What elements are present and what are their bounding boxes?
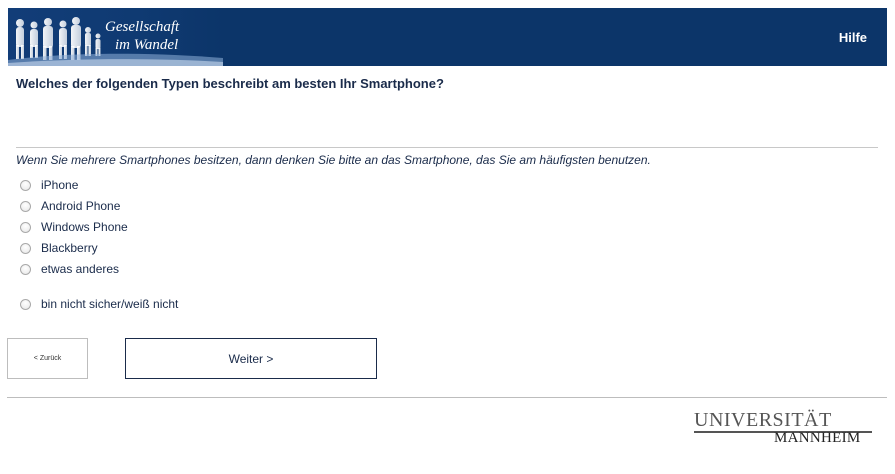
logo-text: Gesellschaft im Wandel	[105, 18, 179, 54]
option-something-else[interactable]: etwas anderes	[20, 262, 119, 276]
radio-button[interactable]	[20, 221, 31, 233]
next-button[interactable]: Weiter >	[125, 338, 377, 379]
option-label: iPhone	[41, 178, 79, 192]
option-label: etwas anderes	[41, 262, 120, 276]
option-blackberry[interactable]: Blackberry	[20, 241, 98, 255]
question-hint: Wenn Sie mehrere Smartphones besitzen, d…	[16, 153, 651, 167]
logo-line-1: Gesellschaft	[105, 19, 180, 35]
radio-button[interactable]	[20, 242, 31, 254]
option-windows-phone[interactable]: Windows Phone	[20, 220, 128, 234]
back-button[interactable]: < Zurück	[7, 338, 88, 379]
option-label: Android Phone	[41, 199, 121, 213]
divider	[16, 147, 878, 148]
radio-button[interactable]	[20, 298, 31, 310]
gesellschaft-im-wandel-logo: Gesellschaft im Wandel	[8, 8, 223, 66]
option-iphone[interactable]: iPhone	[20, 178, 78, 192]
university-mannheim-logo: UNIVERSITÄT MANNHEIM	[694, 409, 874, 447]
help-link[interactable]: Hilfe	[839, 30, 867, 45]
logo-line-2: im Wandel	[115, 37, 179, 53]
header-bar: Gesellschaft im Wandel Hilfe	[8, 8, 887, 66]
option-dont-know[interactable]: bin nicht sicher/weiß nicht	[20, 297, 178, 311]
footer-divider	[7, 397, 887, 398]
radio-button[interactable]	[20, 179, 31, 191]
option-label: Blackberry	[41, 241, 98, 255]
radio-button[interactable]	[20, 263, 31, 275]
university-logo-line-1: UNIVERSITÄT	[694, 409, 832, 431]
option-android-phone[interactable]: Android Phone	[20, 199, 120, 213]
university-logo-line-2: MANNHEIM	[774, 430, 861, 446]
radio-button[interactable]	[20, 200, 31, 212]
question-title: Welches der folgenden Typen beschreibt a…	[16, 76, 444, 91]
option-label: bin nicht sicher/weiß nicht	[41, 297, 179, 311]
option-label: Windows Phone	[41, 220, 128, 234]
